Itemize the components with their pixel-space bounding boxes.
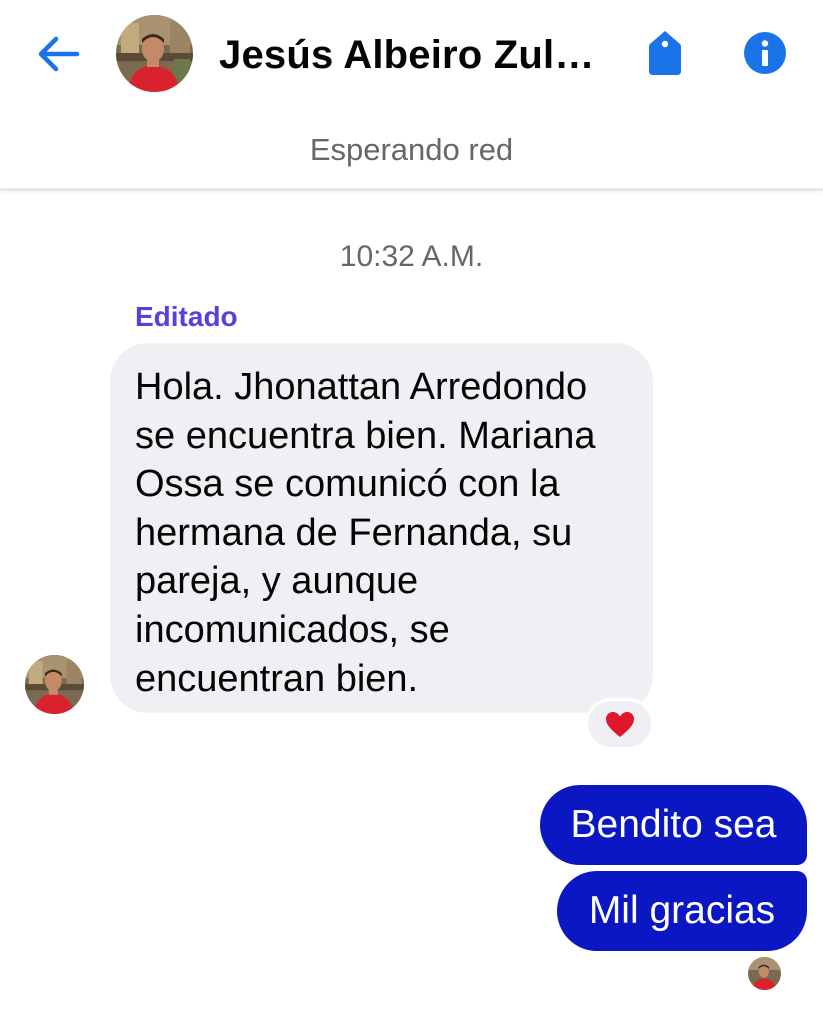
chat-screen: Jesús Albeiro Zulu... Esperando red 10:3… bbox=[0, 0, 823, 1024]
message-line: Ossa se comunicó con la bbox=[135, 463, 560, 506]
message-line: encuentran bien. bbox=[135, 657, 419, 700]
edited-label: Editado bbox=[135, 301, 238, 332]
message-line: se encuentra bien. Mariana bbox=[135, 414, 596, 457]
back-button[interactable] bbox=[30, 28, 86, 80]
message-line: pareja, y aunque bbox=[135, 560, 419, 603]
read-receipt-avatar bbox=[748, 957, 781, 990]
incoming-message-bubble[interactable]: Hola. Jhonattan Arredondo se encuentra b… bbox=[110, 343, 653, 713]
heart-reaction[interactable] bbox=[588, 701, 651, 747]
message-line: hermana de Fernanda, su bbox=[135, 511, 573, 554]
tag-button[interactable] bbox=[644, 28, 686, 78]
info-icon bbox=[744, 32, 786, 74]
chat-header: Jesús Albeiro Zulu... Esperando red bbox=[0, 0, 823, 191]
heart-icon bbox=[605, 711, 634, 737]
outgoing-message-bubble[interactable]: Bendito sea bbox=[540, 785, 807, 865]
message-line: Hola. Jhonattan Arredondo bbox=[135, 366, 588, 408]
sender-avatar[interactable] bbox=[25, 655, 84, 714]
arrow-left-icon bbox=[38, 36, 80, 72]
message-timestamp: 10:32 A.M. bbox=[339, 240, 484, 273]
contact-avatar[interactable] bbox=[116, 15, 193, 92]
info-button[interactable] bbox=[740, 28, 790, 78]
outgoing-message-bubble[interactable]: Mil gracias bbox=[557, 871, 807, 951]
message-line: incomunicados, se bbox=[135, 608, 450, 651]
contact-name[interactable]: Jesús Albeiro Zulu... bbox=[219, 30, 599, 80]
tag-icon bbox=[649, 31, 681, 75]
connection-status: Esperando red bbox=[309, 132, 514, 167]
